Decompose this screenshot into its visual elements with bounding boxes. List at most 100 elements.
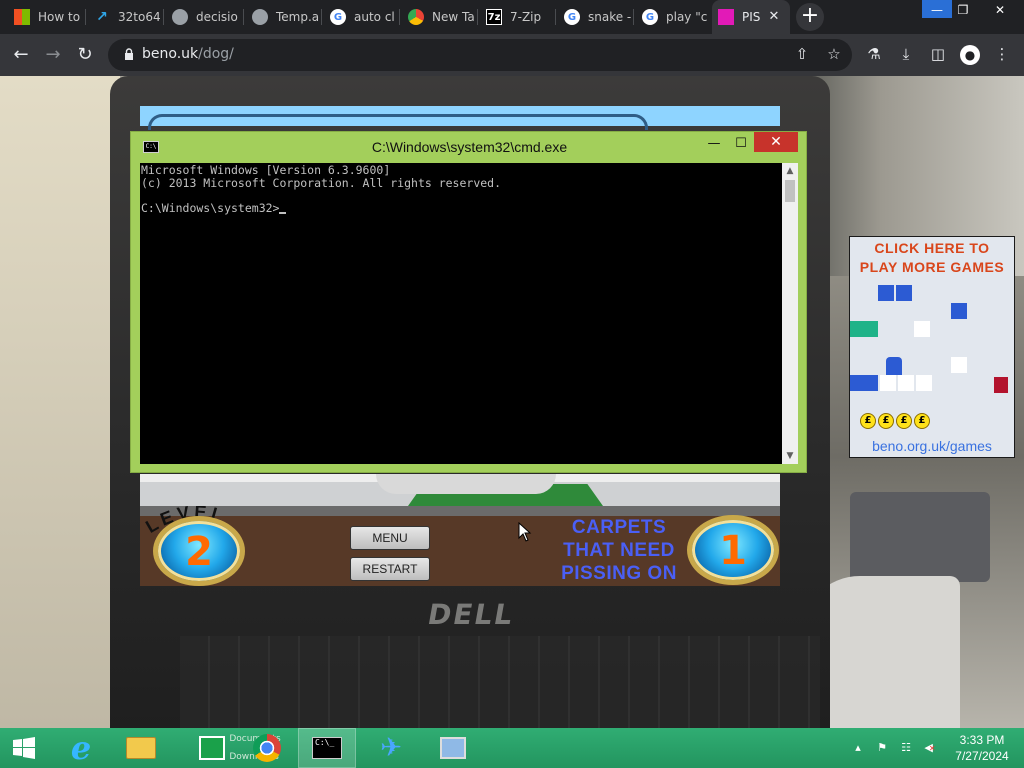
- background-device: [850, 492, 990, 582]
- tab-temp[interactable]: Temp.a: [246, 0, 322, 34]
- menu-button[interactable]: MENU: [350, 526, 430, 550]
- text-caret: [279, 211, 287, 214]
- coin-icon: £: [914, 413, 930, 429]
- ad-block: [898, 375, 914, 391]
- taskbar-cmd[interactable]: C:\_: [298, 728, 356, 768]
- forward-button[interactable]: →: [40, 42, 66, 68]
- console-line: (c) 2013 Microsoft Corporation. All righ…: [141, 175, 502, 190]
- tab-snake[interactable]: G snake -: [558, 0, 634, 34]
- dog-sprite: [376, 474, 556, 494]
- cmd-scrollbar[interactable]: ▲ ▼: [782, 163, 798, 464]
- more-games-ad[interactable]: CLICK HERE TO PLAY MORE GAMES £ £ £ £ be…: [849, 236, 1015, 458]
- coin-icon: £: [860, 413, 876, 429]
- google-icon: G: [642, 9, 658, 25]
- background-wall: [0, 76, 120, 728]
- side-panel-icon[interactable]: ◫: [925, 41, 951, 67]
- tab-title: PIS: [742, 10, 761, 24]
- game-icon: [718, 9, 734, 25]
- cmd-maximize-button[interactable]: ☐: [728, 135, 754, 155]
- reload-button[interactable]: ↻: [72, 42, 98, 68]
- carpets-remaining-label: CARPETS THAT NEED PISSING ON: [561, 517, 677, 584]
- taskbar-app[interactable]: ✈: [362, 728, 420, 768]
- url-path: /dog/: [198, 46, 234, 62]
- labs-flask-icon[interactable]: ⚗: [861, 41, 887, 67]
- url-host: beno.uk: [142, 46, 199, 62]
- mouse-cursor-icon: [518, 522, 532, 542]
- tab-how-to[interactable]: How to: [8, 0, 86, 34]
- network-computer-icon: [440, 737, 466, 759]
- tab-new[interactable]: New Ta: [402, 0, 478, 34]
- console-prompt-line: C:\Windows\system32>: [141, 201, 781, 215]
- ad-url-link[interactable]: beno.org.uk/games: [850, 438, 1014, 454]
- taskbar-explorer[interactable]: [112, 728, 170, 768]
- ad-block: [878, 285, 894, 301]
- plane-icon: ✈: [380, 733, 402, 763]
- carpets-count-orb: 1: [687, 515, 779, 585]
- taskbar-ie[interactable]: e: [52, 728, 110, 768]
- console-line: Microsoft Windows [Version 6.3.9600]: [141, 163, 391, 177]
- cmd-window[interactable]: C:\ C:\Windows\system32\cmd.exe — ☐ ✕ Mi…: [130, 131, 807, 473]
- coin-icon: £: [896, 413, 912, 429]
- lock-icon[interactable]: [124, 48, 134, 60]
- level-orb: 2: [153, 516, 245, 586]
- cmd-console[interactable]: Microsoft Windows [Version 6.3.9600] (c) …: [140, 163, 782, 464]
- scroll-up-icon[interactable]: ▲: [782, 163, 798, 179]
- google-icon: G: [564, 9, 580, 25]
- ad-title: CLICK HERE TO PLAY MORE GAMES: [859, 240, 1005, 275]
- menu-kebab-icon[interactable]: ⋮: [989, 41, 1015, 67]
- share-icon[interactable]: ⇧: [789, 41, 815, 67]
- ad-block: [951, 303, 967, 319]
- tab-decisio[interactable]: decisio: [166, 0, 244, 34]
- ad-block: [880, 375, 896, 391]
- ad-block: [862, 375, 878, 391]
- store-icon: [199, 736, 226, 760]
- tab-title: New Ta: [432, 10, 475, 24]
- profile-avatar-icon[interactable]: ●: [957, 41, 983, 67]
- start-button[interactable]: [0, 728, 48, 768]
- restore-window-button[interactable]: ❐: [948, 0, 978, 22]
- tab-title: snake -: [588, 10, 632, 24]
- taskbar: e Documents Downloads C:\_ ✈: [0, 728, 1024, 768]
- tab-7zip[interactable]: 7z 7-Zip: [480, 0, 556, 34]
- enemy-sprite: [994, 377, 1008, 393]
- chrome-icon: [253, 734, 281, 762]
- cmd-close-button[interactable]: ✕: [754, 132, 798, 152]
- restart-button[interactable]: RESTART: [350, 557, 430, 581]
- tab-pis-active[interactable]: PIS ✕: [712, 0, 790, 34]
- microsoft-icon: [14, 9, 30, 25]
- download-icon[interactable]: ⤓: [893, 41, 919, 67]
- show-hidden-icons-icon[interactable]: ▴: [850, 741, 866, 755]
- close-window-button[interactable]: ✕: [980, 0, 1020, 22]
- tab-auto[interactable]: G auto cl: [324, 0, 400, 34]
- tab-play[interactable]: G play "c: [636, 0, 712, 34]
- windows-logo-icon: [13, 737, 35, 759]
- cmd-minimize-button[interactable]: —: [701, 135, 727, 155]
- background-keyboard: [180, 636, 820, 728]
- game-sky: [140, 106, 780, 130]
- bookmark-star-icon[interactable]: ☆: [821, 41, 847, 67]
- taskbar-network[interactable]: [424, 728, 482, 768]
- internet-explorer-icon: e: [70, 729, 92, 767]
- tab-close-icon[interactable]: ✕: [766, 9, 782, 25]
- action-center-flag-icon[interactable]: ⚑: [874, 741, 890, 755]
- coin-icon: £: [878, 413, 894, 429]
- ad-block: [896, 285, 912, 301]
- url-text[interactable]: beno.uk/dog/: [142, 46, 234, 62]
- laptop-logo: DELL: [425, 598, 517, 631]
- tab-title: Temp.a: [276, 10, 320, 24]
- scroll-down-icon[interactable]: ▼: [782, 448, 798, 464]
- carpets-count: 1: [719, 528, 747, 574]
- new-tab-button[interactable]: +: [796, 3, 824, 31]
- 7zip-icon: 7z: [486, 9, 502, 25]
- back-button[interactable]: ←: [8, 42, 34, 68]
- edge-icon: ↗: [96, 9, 108, 25]
- file-explorer-icon: [126, 737, 156, 759]
- taskbar-chrome[interactable]: [238, 728, 296, 768]
- system-clock[interactable]: 3:33 PM 7/27/2024: [946, 732, 1018, 764]
- network-icon[interactable]: ☷: [898, 741, 914, 755]
- ad-block: [914, 321, 930, 337]
- scroll-thumb[interactable]: [785, 180, 795, 202]
- tab-title: play "c: [666, 10, 708, 24]
- volume-muted-icon[interactable]: ◀✕: [922, 741, 938, 755]
- tab-32to64[interactable]: ↗ 32to64: [88, 0, 164, 34]
